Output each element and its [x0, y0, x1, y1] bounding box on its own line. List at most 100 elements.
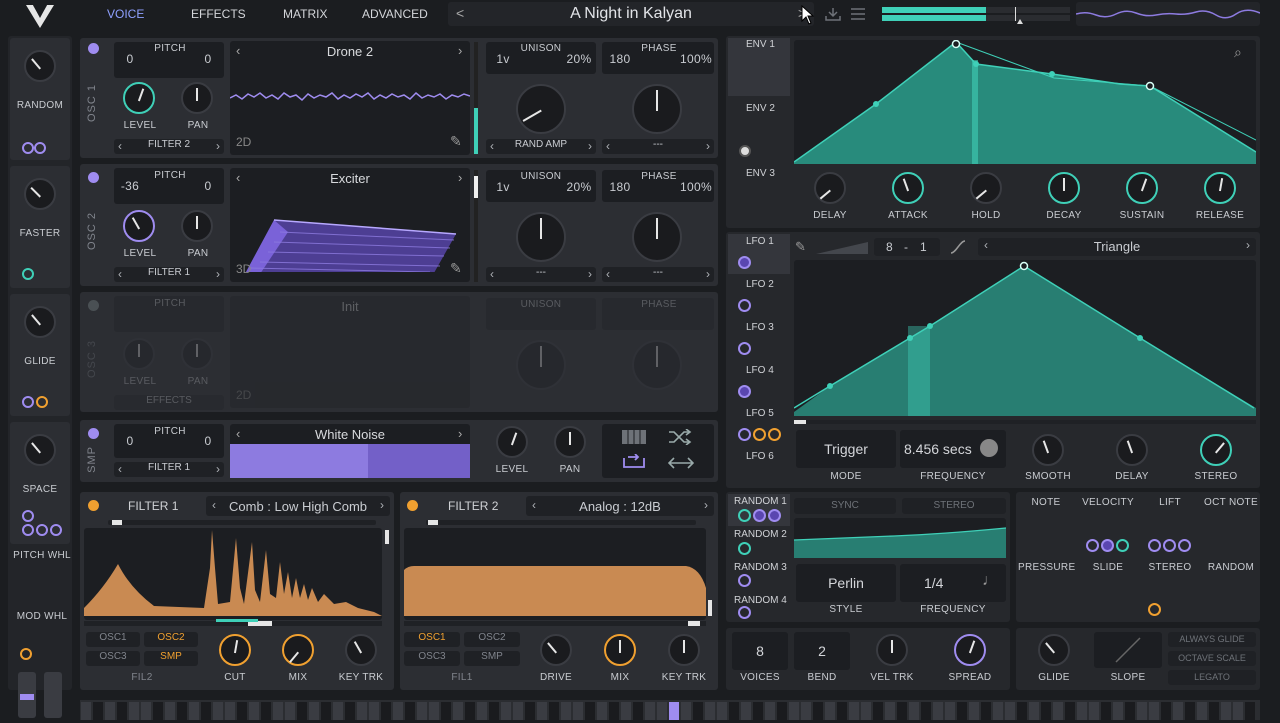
piano-key[interactable] — [501, 702, 511, 720]
piano-key[interactable] — [357, 702, 367, 720]
mod-ring-icon[interactable] — [738, 342, 751, 355]
filter2-enable-toggle[interactable] — [407, 500, 418, 511]
mod-ring-icon[interactable] — [1116, 539, 1129, 552]
filter1-blend-slider[interactable] — [108, 520, 376, 525]
piano-key[interactable] — [177, 702, 187, 720]
sample-name[interactable]: White Noise — [230, 427, 470, 442]
piano-key[interactable] — [261, 702, 271, 720]
piano-key[interactable] — [909, 702, 919, 720]
filter2-type-select[interactable]: ‹ Analog : 12dB › — [526, 496, 714, 516]
lfo3-tab[interactable]: LFO 3 — [746, 322, 774, 333]
filter1-enable-toggle[interactable] — [88, 500, 99, 511]
sampler-level-knob[interactable] — [496, 426, 528, 458]
osc1-transpose[interactable]: 0 — [118, 52, 142, 66]
filter1-keytrack-knob[interactable] — [345, 634, 377, 666]
lfo-grid-select[interactable]: 8-1 — [874, 238, 940, 256]
mod-ring-icon[interactable] — [1101, 539, 1114, 552]
vel-trk-knob[interactable] — [876, 634, 908, 666]
piano-key[interactable] — [801, 702, 811, 720]
note-icon[interactable]: ♩ — [982, 572, 998, 590]
piano-key[interactable] — [333, 702, 343, 720]
piano-key[interactable] — [1149, 702, 1159, 720]
tempo-sync-icon[interactable] — [980, 439, 998, 457]
osc2-wavetable-display[interactable]: ‹ Exciter › 3D ✎ — [230, 168, 470, 282]
filter2-blend-slider[interactable] — [426, 520, 696, 525]
osc1-phase-knob[interactable] — [632, 84, 682, 134]
osc1-unison-detune[interactable]: 20% — [562, 52, 596, 66]
piano-key[interactable] — [321, 702, 331, 720]
piano-key[interactable] — [537, 702, 547, 720]
piano-key[interactable] — [285, 702, 295, 720]
osc1-tune[interactable]: 0 — [196, 52, 220, 66]
piano-key[interactable] — [957, 702, 967, 720]
piano-key[interactable] — [585, 702, 595, 720]
piano-key[interactable] — [561, 702, 571, 720]
osc2-unison-voices[interactable]: 1v — [490, 180, 516, 194]
piano-key[interactable] — [1125, 702, 1135, 720]
osc3-phase-knob[interactable] — [632, 340, 682, 390]
mod-ring-icon[interactable] — [1178, 539, 1191, 552]
piano-key[interactable] — [1041, 702, 1051, 720]
env2-tab[interactable]: ENV 2 — [746, 103, 775, 114]
piano-key[interactable] — [549, 702, 559, 720]
mod-ring-icon[interactable] — [1163, 539, 1176, 552]
random2-tab[interactable]: RANDOM 2 — [734, 529, 787, 540]
slope-display[interactable] — [1094, 632, 1162, 668]
osc2-phase-rand[interactable]: 100% — [678, 180, 714, 194]
piano-key[interactable] — [1197, 702, 1207, 720]
filter2-drive-knob[interactable] — [540, 634, 572, 666]
osc1-unison-voices[interactable]: 1v — [490, 52, 516, 66]
piano-key[interactable] — [813, 702, 823, 720]
slide-source[interactable]: SLIDE — [1078, 562, 1138, 573]
env-delay-knob[interactable] — [814, 172, 846, 204]
filter1-route-fil2[interactable]: FIL2 — [122, 672, 162, 683]
lfo-paint-brush-icon[interactable]: ✎ — [795, 239, 806, 255]
filter2-route-osc1[interactable]: OSC1 — [404, 632, 460, 647]
osc1-phase-rand[interactable]: 100% — [678, 52, 714, 66]
piano-key[interactable] — [1209, 702, 1219, 720]
mod-ring-icon[interactable] — [768, 509, 781, 522]
random-style-select[interactable]: Perlin — [796, 564, 896, 602]
filter2-keytrack-knob[interactable] — [668, 634, 700, 666]
osc2-pan-knob[interactable] — [181, 210, 213, 242]
lfo6-tab[interactable]: LFO 6 — [746, 451, 774, 462]
piano-key[interactable] — [933, 702, 943, 720]
osc1-dimension[interactable]: 2D — [236, 135, 251, 149]
mod-ring-icon[interactable] — [753, 509, 766, 522]
lfo2-tab[interactable]: LFO 2 — [746, 279, 774, 290]
osc3-dimension[interactable]: 2D — [236, 388, 251, 402]
piano-key[interactable] — [1233, 702, 1243, 720]
filter1-response-display[interactable] — [84, 528, 382, 620]
keytrack-icon[interactable] — [622, 430, 646, 444]
piano-key[interactable] — [921, 702, 931, 720]
piano-key[interactable] — [1029, 702, 1039, 720]
edit-pencil-icon[interactable]: ✎ — [450, 260, 462, 277]
legato-toggle[interactable]: LEGATO — [1168, 670, 1256, 685]
mod-ring-icon[interactable] — [738, 574, 751, 587]
mod-ring-icon[interactable] — [36, 396, 48, 408]
osc2-filter-route[interactable]: ‹ FILTER 1 › — [114, 267, 224, 282]
filter1-route-osc1[interactable]: OSC1 — [86, 632, 140, 647]
mod-ring-icon[interactable] — [34, 142, 46, 154]
filter2-route-osc2[interactable]: OSC2 — [464, 632, 520, 647]
filter1-route-osc3[interactable]: OSC3 — [86, 651, 140, 666]
mod-ring-icon[interactable] — [753, 428, 766, 441]
macro-faster[interactable]: FASTER — [10, 166, 70, 288]
piano-key[interactable] — [861, 702, 871, 720]
piano-key[interactable] — [429, 702, 439, 720]
osc3-unison-knob[interactable] — [516, 340, 566, 390]
piano-key[interactable] — [741, 702, 751, 720]
filter2-route-fil1[interactable]: FIL1 — [442, 672, 482, 683]
filter2-response-display[interactable] — [404, 528, 706, 620]
piano-key[interactable] — [885, 702, 895, 720]
piano-key[interactable] — [129, 702, 139, 720]
mod-ring-icon[interactable] — [1148, 539, 1161, 552]
macro-knob[interactable] — [24, 178, 56, 210]
save-icon[interactable] — [825, 7, 841, 21]
filter1-type-select[interactable]: ‹ Comb : Low High Comb › — [206, 496, 390, 516]
osc2-enable-toggle[interactable] — [88, 172, 99, 183]
env-hold-knob[interactable] — [970, 172, 1002, 204]
piano-key[interactable] — [1221, 702, 1231, 720]
filter1-scrollbar[interactable] — [385, 530, 389, 544]
random3-tab[interactable]: RANDOM 3 — [734, 562, 787, 573]
